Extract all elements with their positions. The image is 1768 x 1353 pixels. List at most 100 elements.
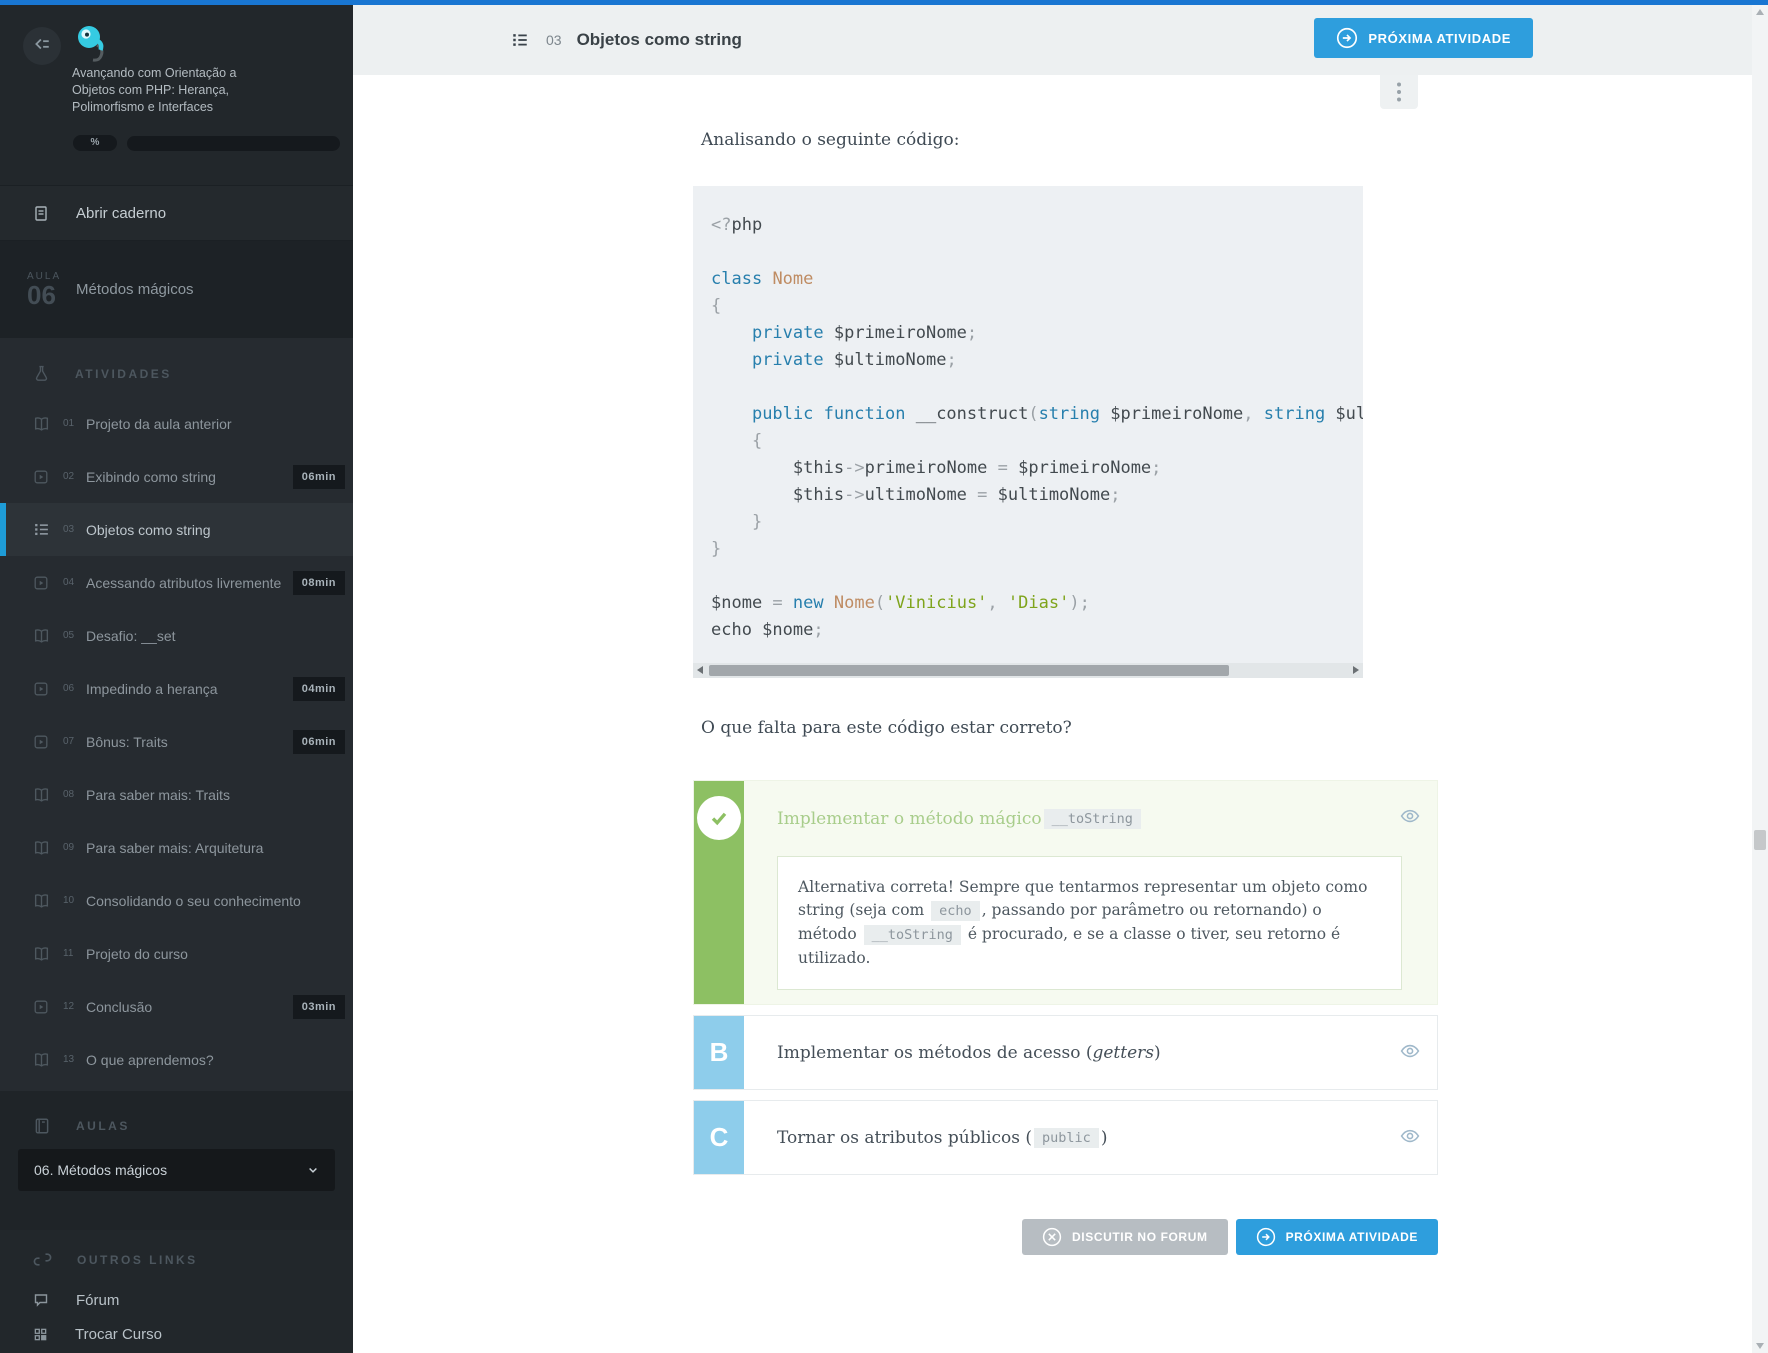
answer-a-marker (694, 781, 744, 1004)
discuss-forum-label: DISCUTIR NO FORUM (1072, 1230, 1208, 1244)
scroll-right-arrow[interactable] (1353, 666, 1359, 674)
activities-section: ATIVIDADES 01 Projeto da aula anterior 0… (0, 338, 353, 1091)
answers-list: Implementar o método mágico __toString A… (693, 780, 1438, 1175)
course-logo (72, 23, 112, 63)
sidebar-item-para-saber-mais-arquitetura[interactable]: 09 Para saber mais: Arquitetura (0, 821, 353, 874)
sidebar-item-impedindo-a-heranca[interactable]: 06 Impedindo a herança 04min (0, 662, 353, 715)
answer-option-c[interactable]: C Tornar os atributos públicos ( public … (693, 1100, 1438, 1175)
php-code: <?php class Nome{ private $primeiroNome;… (693, 186, 1363, 644)
activity-number: 04 (63, 577, 83, 588)
code-block: <?php class Nome{ private $primeiroNome;… (693, 186, 1363, 678)
sidebar-item-objetos-como-string-active[interactable]: 03 Objetos como string (0, 503, 353, 556)
video-icon (33, 469, 51, 485)
activity-label: Para saber mais: Arquitetura (86, 840, 263, 856)
book-icon (33, 786, 51, 803)
progress-bar (127, 136, 340, 151)
sidebar-item-projeto-da-aula-anterior[interactable]: 01 Projeto da aula anterior (0, 397, 353, 450)
duration-badge: 04min (293, 677, 345, 701)
activity-number: 03 (63, 524, 83, 535)
activity-number: 03 (546, 32, 562, 48)
chat-bubble-icon (33, 1292, 49, 1308)
sidebar-item-conclusao[interactable]: 12 Conclusão 03min (0, 980, 353, 1033)
sidebar-item-desafio-set[interactable]: 05 Desafio: __set (0, 609, 353, 662)
link-icon (33, 1250, 52, 1269)
activity-number: 09 (63, 842, 83, 853)
aulas-section: AULAS 06. Métodos mágicos (0, 1091, 353, 1230)
course-title: Avançando com Orientação a Objetos com P… (72, 65, 272, 116)
activity-number: 08 (63, 789, 83, 800)
scroll-up-arrow[interactable] (1756, 9, 1764, 15)
scroll-down-arrow[interactable] (1756, 1343, 1764, 1349)
eye-icon[interactable] (1399, 1042, 1421, 1060)
sidebar-item-exibindo-como-string[interactable]: 02 Exibindo como string 06min (0, 450, 353, 503)
sidebar-item-acessando-atributos-livremente[interactable]: 04 Acessando atributos livremente 08min (0, 556, 353, 609)
other-links-header-label: OUTROS LINKS (77, 1253, 198, 1267)
sidebar-course-header: Avançando com Orientação a Objetos com P… (0, 5, 353, 185)
activity-title-group: 03 Objetos como string (511, 5, 742, 75)
collapse-sidebar-button[interactable] (23, 27, 61, 65)
activity-number: 05 (63, 630, 83, 641)
lesson-number: 06 (27, 282, 76, 308)
activity-label: Para saber mais: Traits (86, 787, 230, 803)
next-activity-button-bottom[interactable]: PRÓXIMA ATIVIDADE (1236, 1219, 1438, 1255)
bottom-actions: DISCUTIR NO FORUM PRÓXIMA ATIVIDADE (693, 1219, 1438, 1255)
sidebar-link-forum[interactable]: Fórum (0, 1283, 353, 1317)
eye-icon[interactable] (1399, 807, 1421, 825)
discuss-forum-button[interactable]: DISCUTIR NO FORUM (1022, 1219, 1228, 1255)
progress-percent-badge: % (73, 135, 117, 151)
open-notebook-button[interactable]: Abrir caderno (0, 185, 353, 241)
open-notebook-label: Abrir caderno (76, 205, 166, 222)
answer-letter: B (710, 1037, 729, 1068)
sidebar-item-bonus-traits[interactable]: 07 Bônus: Traits 06min (0, 715, 353, 768)
sidebar-link-trocar-curso[interactable]: Trocar Curso (0, 1317, 353, 1351)
next-activity-button-top[interactable]: PRÓXIMA ATIVIDADE (1314, 18, 1533, 58)
lesson-title: Métodos mágicos (76, 281, 194, 298)
answer-option-b[interactable]: B Implementar os métodos de acesso (gett… (693, 1015, 1438, 1090)
sidebar-item-consolidando-conhecimento[interactable]: 10 Consolidando o seu conhecimento (0, 874, 353, 927)
horizontal-scrollbar-thumb[interactable] (709, 665, 1229, 676)
chevron-down-icon (307, 1164, 319, 1176)
arrow-right-circle-icon (1336, 27, 1358, 49)
more-options-button[interactable] (1380, 75, 1418, 109)
page-top-accent-bar (0, 0, 1768, 5)
book-icon (33, 1051, 51, 1068)
activities-header-label: ATIVIDADES (75, 367, 172, 381)
activity-content: Analisando o seguinte código: <?php clas… (353, 75, 1768, 1353)
activity-number: 10 (63, 895, 83, 906)
arrow-right-circle-icon (1256, 1227, 1276, 1247)
answer-c-marker: C (694, 1101, 744, 1174)
activity-label: Exibindo como string (86, 469, 216, 485)
page-title: Objetos como string (577, 30, 742, 50)
eye-icon[interactable] (1399, 1127, 1421, 1145)
activity-number: 02 (63, 471, 83, 482)
page-vertical-scrollbar (1752, 5, 1768, 1353)
closed-book-icon (33, 1117, 51, 1135)
forum-circle-icon (1042, 1227, 1062, 1247)
activity-label: O que aprendemos? (86, 1052, 214, 1068)
sidebar-item-para-saber-mais-traits[interactable]: 08 Para saber mais: Traits (0, 768, 353, 821)
intro-text: Analisando o seguinte código: (701, 75, 1438, 150)
grid-icon (33, 1327, 48, 1342)
vertical-scrollbar-thumb[interactable] (1754, 830, 1766, 850)
activity-label: Acessando atributos livremente (86, 575, 281, 591)
duration-badge: 03min (293, 995, 345, 1019)
sidebar-item-o-que-aprendemos[interactable]: 13 O que aprendemos? (0, 1033, 353, 1086)
aulas-header-label: AULAS (76, 1119, 130, 1133)
activity-number: 12 (63, 1001, 83, 1012)
scroll-left-arrow[interactable] (697, 666, 703, 674)
video-icon (33, 681, 51, 697)
code-horizontal-scrollbar (693, 663, 1363, 678)
book-icon (33, 945, 51, 962)
main-area: 03 Objetos como string PRÓXIMA ATIVIDADE (353, 5, 1768, 1353)
answer-a-title: Implementar o método mágico __toString (744, 781, 1437, 856)
flask-icon (33, 364, 50, 383)
book-icon (33, 415, 51, 432)
aulas-header: AULAS (0, 1117, 353, 1135)
sidebar-item-projeto-do-curso[interactable]: 11 Projeto do curso (0, 927, 353, 980)
lesson-select-dropdown[interactable]: 06. Métodos mágicos (18, 1149, 335, 1191)
answer-b-title: Implementar os métodos de acesso (getter… (744, 1016, 1437, 1089)
activity-number: 06 (63, 683, 83, 694)
duration-badge: 08min (293, 571, 345, 595)
activity-header-bar: 03 Objetos como string PRÓXIMA ATIVIDADE (353, 5, 1768, 75)
current-lesson-banner: AULA 06 Métodos mágicos (0, 241, 353, 338)
